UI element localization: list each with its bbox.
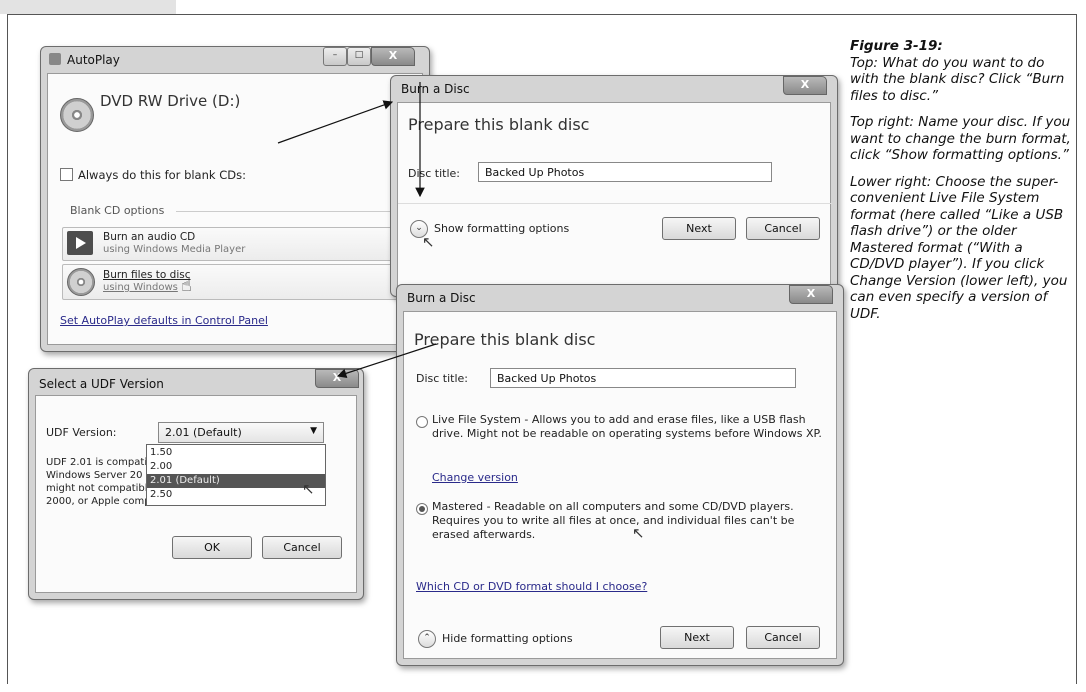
burn-top-titlebar[interactable]: Burn a Disc X (391, 76, 837, 102)
media-player-icon (67, 231, 93, 255)
figure-label: Figure 3-19: (850, 38, 943, 54)
option-title: Burn an audio CD (103, 231, 196, 243)
footer-divider (398, 203, 832, 204)
udf-title: Select a UDF Version (39, 377, 164, 391)
option-title: Burn files to disc (103, 269, 191, 281)
autoplay-title: AutoPlay (67, 53, 120, 67)
disc-title-input[interactable]: Backed Up Photos (478, 162, 772, 182)
dropdown-option-selected[interactable]: 2.01 (Default) (147, 474, 325, 488)
hide-formatting-options-link[interactable]: Hide formatting options (442, 632, 573, 645)
caption-paragraph: Top right: Name your disc. If you want t… (850, 114, 1071, 163)
show-formatting-options-link[interactable]: Show formatting options (434, 222, 569, 235)
caption-top: Figure 3-19: Top: What do you want to do … (850, 38, 1076, 104)
mastered-description: Mastered - Readable on all computers and… (432, 500, 795, 541)
udf-version-select[interactable]: 2.01 (Default) ▼ (158, 422, 324, 443)
mouse-pointer-icon: ↖ (302, 480, 315, 498)
udf-description-line: Windows Server 20 (46, 470, 143, 481)
change-version-link[interactable]: Change version (432, 471, 518, 484)
dvd-drive-icon (60, 98, 94, 132)
udf-client: UDF Version: 2.01 (Default) ▼ UDF 2.01 i… (35, 395, 357, 593)
udf-version-dropdown-list: 1.50 2.00 2.01 (Default) 2.50 (146, 444, 326, 506)
always-checkbox[interactable] (60, 168, 73, 181)
disc-title-label: Disc title: (408, 167, 461, 180)
always-label: Always do this for blank CDs: (78, 168, 246, 182)
selected-value: 2.01 (Default) (165, 426, 242, 439)
drive-name: DVD RW Drive (D:) (100, 92, 241, 110)
cancel-button[interactable]: Cancel (262, 536, 342, 559)
minimize-button[interactable]: – (323, 47, 347, 66)
autoplay-client: DVD RW Drive (D:) Always do this for bla… (47, 73, 423, 345)
udf-description-line: might not compatibl (46, 483, 148, 494)
figure-caption: Figure 3-19: Top: What do you want to do … (850, 38, 1076, 332)
live-file-system-description: Live File System - Allows you to add and… (432, 413, 822, 440)
dropdown-option[interactable]: 1.50 (147, 446, 325, 460)
burn-audio-cd-option[interactable]: Burn an audio CD using Windows Media Pla… (62, 227, 414, 261)
live-file-system-radio[interactable] (416, 416, 428, 428)
maximize-button[interactable]: □ (347, 47, 371, 66)
udf-version-window: Select a UDF Version X UDF Version: 2.01… (28, 368, 364, 600)
burn-top-title: Burn a Disc (401, 82, 470, 96)
udf-description-line: UDF 2.01 is compati (46, 457, 148, 468)
ok-button[interactable]: OK (172, 536, 252, 559)
mouse-pointer-icon: ↖ (632, 524, 645, 542)
prepare-heading: Prepare this blank disc (408, 115, 590, 134)
which-format-link[interactable]: Which CD or DVD format should I choose? (416, 580, 647, 593)
disc-title-input[interactable]: Backed Up Photos (490, 368, 796, 388)
burn-disc-icon (67, 268, 95, 296)
dropdown-arrow-icon: ▼ (310, 426, 317, 436)
udf-titlebar[interactable]: Select a UDF Version X (29, 369, 363, 395)
autoplay-defaults-link[interactable]: Set AutoPlay defaults in Control Panel (60, 314, 268, 327)
cancel-button[interactable]: Cancel (746, 217, 820, 240)
dropdown-option[interactable]: 2.50 (147, 488, 325, 502)
prepare-heading: Prepare this blank disc (414, 330, 596, 349)
caption-paragraph: Top: What do you want to do with the bla… (850, 54, 1065, 104)
caption-paragraph: Lower right: Choose the super-convenient… (850, 173, 1068, 322)
dropdown-option[interactable]: 2.00 (147, 460, 325, 474)
mastered-radio[interactable] (416, 503, 428, 515)
next-button[interactable]: Next (662, 217, 736, 240)
burn-bottom-client: Prepare this blank disc Disc title: Back… (403, 311, 837, 659)
page-corner-tab (0, 0, 176, 14)
mouse-pointer-icon: ☝ (181, 275, 192, 296)
burn-bottom-titlebar[interactable]: Burn a Disc X (397, 285, 843, 311)
burn-disc-window-top: Burn a Disc X Prepare this blank disc Di… (390, 75, 838, 297)
burn-bottom-title: Burn a Disc (407, 291, 476, 305)
autoplay-window: AutoPlay – □ X DVD RW Drive (D:) Always … (40, 46, 430, 352)
chevron-up-icon[interactable]: ⌃ (418, 630, 436, 648)
mouse-pointer-icon: ↖ (422, 233, 435, 251)
close-button[interactable]: X (315, 369, 359, 388)
close-button[interactable]: X (783, 76, 827, 95)
autoplay-titlebar[interactable]: AutoPlay – □ X (41, 47, 429, 73)
option-subtitle: using Windows (103, 282, 178, 293)
disc-title-label: Disc title: (416, 372, 469, 385)
udf-version-label: UDF Version: (46, 426, 117, 439)
close-button[interactable]: X (789, 285, 833, 304)
option-subtitle: using Windows Media Player (103, 244, 246, 255)
burn-files-option[interactable]: Burn files to disc using Windows ☝ (62, 264, 414, 300)
group-divider (176, 211, 412, 212)
blank-cd-options-label: Blank CD options (70, 204, 165, 217)
burn-top-client: Prepare this blank disc Disc title: Back… (397, 102, 832, 290)
next-button[interactable]: Next (660, 626, 734, 649)
cancel-button[interactable]: Cancel (746, 626, 820, 649)
autoplay-app-icon (49, 53, 61, 65)
burn-disc-window-bottom: Burn a Disc X Prepare this blank disc Di… (396, 284, 844, 666)
close-button[interactable]: X (371, 47, 415, 66)
